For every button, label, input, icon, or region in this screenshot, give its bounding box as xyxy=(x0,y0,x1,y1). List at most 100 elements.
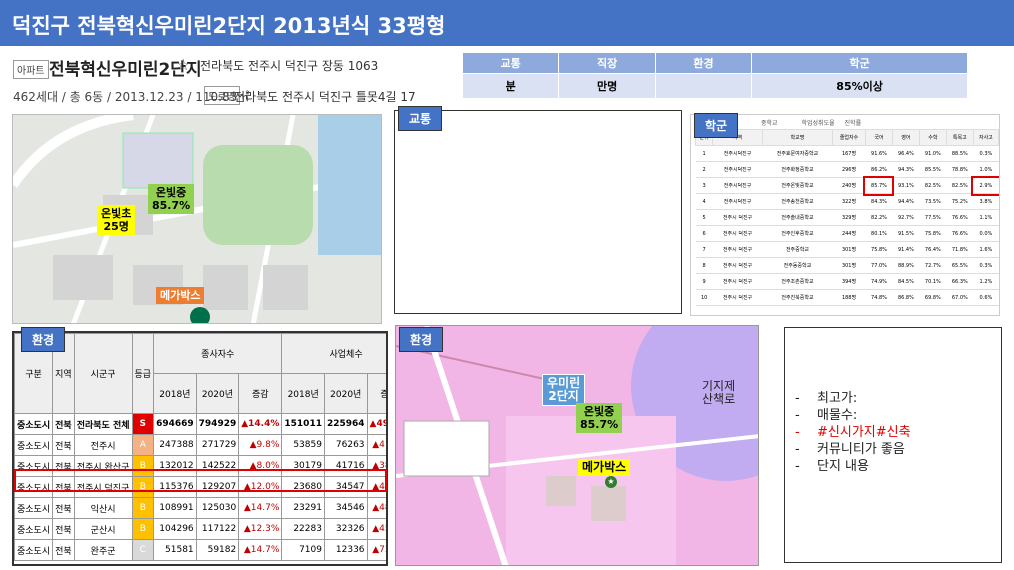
school-cell: 75.2% xyxy=(946,193,974,210)
school-cell: 전주시덕진구 xyxy=(712,177,763,194)
employment-table-panel: 구분 지역 시군구 등급 종사자수 사업체수 2018년 2020년 증감 20… xyxy=(12,331,388,566)
school-cell: 88.9% xyxy=(892,257,920,274)
sub-header: 증감 xyxy=(366,373,386,414)
employment-cell-b20: 12336 xyxy=(323,539,368,561)
employment-cell-b20: 76263 xyxy=(323,434,368,456)
school-cell: 전주시덕진구 xyxy=(712,145,763,162)
park-label: 기지제 산책로 xyxy=(702,379,736,406)
memo-item: - 커뮤니티가 좋음 xyxy=(795,441,911,458)
sub-header: 2018년 xyxy=(153,373,197,414)
school-cell: 전주인후중학교 xyxy=(762,225,833,242)
school-cell: 329명 xyxy=(832,209,866,226)
employment-cell-b18: 22283 xyxy=(281,518,325,540)
school-cell: 1 xyxy=(695,145,713,162)
school-cell: 76.6% xyxy=(946,225,974,242)
school-cell: 77.5% xyxy=(919,209,947,226)
bullet-dash: - xyxy=(795,459,800,474)
school-cell: 91.4% xyxy=(892,241,920,258)
school-cell: 80.1% xyxy=(865,225,893,242)
employment-row: 중소도시전북전주시A247388271729▲9.8%5385976263▲41… xyxy=(14,434,386,456)
school-cell: 1.1% xyxy=(973,209,999,226)
school-cell: 301명 xyxy=(832,257,866,274)
employment-cell-grade: A xyxy=(131,434,155,456)
school-cell: 85.5% xyxy=(919,161,947,178)
summary-value-school: 85%이상 xyxy=(751,73,968,99)
school-cell: 전주송천중학교 xyxy=(762,193,833,210)
school-cell: 78.8% xyxy=(946,161,974,178)
map2-megabox-label: 메가박스 xyxy=(578,459,631,476)
employment-cell-b20: 32326 xyxy=(323,518,368,540)
school-cell: 7 xyxy=(695,241,713,258)
school-cell: 76.6% xyxy=(946,209,974,226)
school-col-header: 졸업자수 xyxy=(832,129,866,146)
traffic-panel xyxy=(394,110,682,314)
employment-cell-type: 중소도시 xyxy=(14,539,54,561)
school-cell: 전주화정중학교 xyxy=(762,161,833,178)
employment-cell-region: 전북 xyxy=(52,413,75,435)
school-cell: 69.8% xyxy=(919,289,947,306)
summary-value-traffic: 분 xyxy=(461,73,560,99)
employment-cell-b18: 53859 xyxy=(281,434,325,456)
employment-cell-w20: 117122 xyxy=(195,518,240,540)
school-row: 4 전주시덕진구 전주송천중학교 322명 84.3% 94.4% 73.5% 75.2% 3.… xyxy=(695,193,999,210)
sub-header: 2018년 xyxy=(281,373,325,414)
school-cell: 85.7% xyxy=(863,175,895,196)
school-cell: 86.2% xyxy=(865,161,893,178)
school-col-header: 자사고 xyxy=(972,129,999,146)
sub-header: 2020년 xyxy=(323,373,368,414)
school-cell: 10 xyxy=(695,289,713,306)
summary-value-work: 만명 xyxy=(558,73,656,99)
lot-address: 전라북도 전주시 덕진구 장동 1063 xyxy=(200,59,379,73)
school-cell: 전주온빛중학교 xyxy=(762,177,833,194)
col-city: 시군구 xyxy=(73,333,133,414)
school-cell: 전주시 덕진구 xyxy=(712,225,763,242)
school-cell: 8 xyxy=(695,257,713,274)
favorite-star-icon[interactable]: ☆ xyxy=(176,55,190,74)
achievement-radio[interactable]: 학업성취도율 xyxy=(801,120,834,127)
school-cell: 전주시덕진구 xyxy=(712,161,763,178)
school-cell: 94.4% xyxy=(892,193,920,210)
employment-cell-wd: ▲12.3% xyxy=(238,518,283,540)
employment-cell-b18: 7109 xyxy=(281,539,325,561)
employment-cell-grade: B xyxy=(131,518,155,540)
school-cell: 394명 xyxy=(832,273,866,290)
school-panel: 중학교 학업성취도율 진학률 순위 지역 학교명 졸업자수 국어 영어 수학 특목고 자사고 1… xyxy=(690,114,1000,316)
school-cell: 전주솔내중학교 xyxy=(762,209,833,226)
school-cell: 94.3% xyxy=(892,161,920,178)
school-cell: 2 xyxy=(695,161,713,178)
employment-cell-w20: 794929 xyxy=(195,413,240,435)
col-businesses: 사업체수 xyxy=(281,333,386,374)
employment-cell-w18: 247388 xyxy=(153,434,197,456)
col-workers: 종사자수 xyxy=(153,333,283,374)
school-cell: 93.1% xyxy=(892,177,920,194)
employment-cell-type: 중소도시 xyxy=(14,497,54,519)
environment-map[interactable]: 우미린 2단지 온빛중 85.7% 메가박스 ★ 기지제 산책로 xyxy=(395,325,759,566)
employment-cell-grade: B xyxy=(131,497,155,519)
school-row: 3 전주시덕진구 전주온빛중학교 240명 85.7% 93.1% 82.5% 82.5% 2.… xyxy=(695,175,999,196)
school-ranking-table: 순위 지역 학교명 졸업자수 국어 영어 수학 특목고 자사고 1 전주시덕진구 전주효문여자중학교… xyxy=(694,129,999,306)
employment-cell-w20: 271729 xyxy=(195,434,240,456)
employment-row: 중소도시 전북 익산시 B 108991 125030 ▲14.7% 23291 34546 ▲4… xyxy=(14,497,386,519)
school-cell: 91.0% xyxy=(919,145,947,162)
school-cell: 4 xyxy=(695,193,713,210)
employment-cell-region: 전북 xyxy=(52,434,75,456)
school-cell: 전주시덕진구 xyxy=(712,193,763,210)
school-cell: 전주시 덕진구 xyxy=(712,273,763,290)
sub-header: 증감 xyxy=(238,373,283,414)
school-cell: 1.0% xyxy=(973,161,999,178)
map2-background xyxy=(396,326,758,565)
memo-item-text: 단지 내용 xyxy=(817,459,869,474)
school-cell: 73.5% xyxy=(919,193,947,210)
elementary-school-label: 온빛초 25명 xyxy=(97,205,136,235)
school-col-header: 수학 xyxy=(918,129,947,146)
school-cell: 전주중학교 xyxy=(762,241,833,258)
admission-radio[interactable]: 진학률 xyxy=(845,120,862,127)
school-cell: 0.6% xyxy=(973,289,999,306)
employment-cell-region: 전북 xyxy=(52,497,75,519)
school-level-filter[interactable]: 중학교 xyxy=(761,120,778,127)
employment-cell-city: 익산시 xyxy=(73,497,133,519)
school-cell: 전주효문여자중학교 xyxy=(762,145,833,162)
school-cell: 전주조촌중학교 xyxy=(762,273,833,290)
school-section-header: 학군 xyxy=(694,113,739,138)
location-map[interactable]: 온빛중 85.7% 온빛초 25명 메가박스 xyxy=(12,114,382,324)
